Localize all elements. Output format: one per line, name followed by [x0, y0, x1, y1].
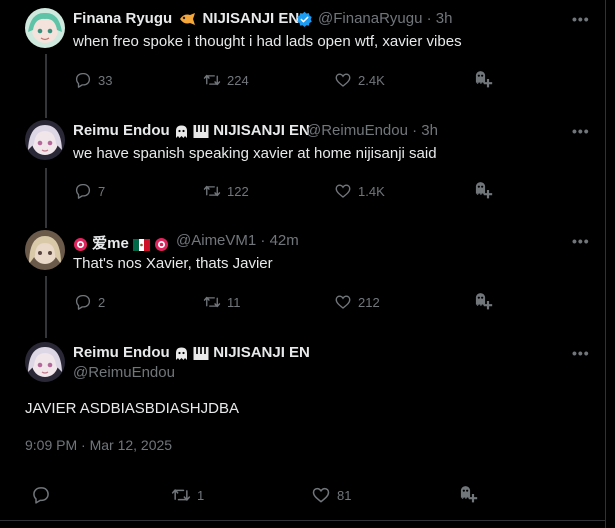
retweet-button[interactable]: 122	[203, 181, 249, 201]
tweet-text: when freo spoke i thought i had lads ope…	[73, 33, 462, 50]
timestamp[interactable]: 3h	[421, 122, 438, 139]
like-count: 2.4K	[358, 72, 385, 88]
reply-count: 7	[98, 183, 106, 199]
ghost-emoji-icon	[174, 124, 189, 139]
avatar-reimu[interactable]	[25, 120, 65, 160]
reply-icon	[75, 294, 91, 310]
post-timestamp[interactable]: 9:09 PM · Mar 12, 2025	[25, 437, 172, 453]
display-name[interactable]: 爱me	[73, 232, 169, 253]
frame-border-bottom	[0, 520, 606, 521]
badge-emoji-icon	[73, 237, 88, 252]
reply-count: 33	[98, 72, 113, 88]
reply-button[interactable]	[31, 485, 57, 505]
like-button[interactable]: 2.4K	[334, 70, 385, 90]
retweet-button[interactable]: 224	[203, 70, 249, 90]
reply-button[interactable]: 7	[74, 181, 105, 201]
handle-and-time: @AimeVM1 · 42m	[176, 232, 299, 249]
retweet-count: 11	[227, 294, 241, 310]
heart-icon	[335, 184, 351, 198]
avatar-reimu[interactable]	[25, 342, 65, 382]
like-count: 212	[358, 294, 380, 310]
like-button[interactable]: 212	[334, 292, 380, 312]
grok-button[interactable]	[473, 291, 499, 311]
timestamp[interactable]: 3h	[436, 10, 453, 27]
handle[interactable]: @ReimuEndou	[73, 364, 175, 381]
frame-border-right	[605, 0, 606, 528]
more-options-icon[interactable]: •••	[572, 123, 590, 139]
retweet-icon	[203, 74, 221, 86]
verified-badge-icon	[297, 11, 312, 28]
heart-icon	[335, 295, 351, 309]
grok-button[interactable]	[473, 69, 499, 89]
retweet-count: 122	[227, 183, 249, 199]
piano-emoji-icon	[193, 124, 209, 139]
retweet-count: 1	[197, 487, 205, 503]
handle-and-time: @FinanaRyugu · 3h	[318, 10, 453, 27]
reply-icon	[75, 72, 91, 88]
retweet-icon	[203, 185, 221, 197]
reply-icon	[33, 487, 49, 504]
like-count: 1.4K	[358, 183, 385, 199]
fish-emoji-icon	[178, 12, 196, 26]
like-count: 81	[337, 487, 352, 503]
display-name[interactable]: Reimu Endou NIJISANJI EN	[73, 122, 310, 139]
retweet-icon	[171, 489, 191, 501]
retweet-count: 224	[227, 72, 249, 88]
display-name[interactable]: Reimu Endou NIJISANJI EN	[73, 344, 310, 361]
heart-icon	[312, 487, 330, 503]
reply-button[interactable]: 33	[74, 70, 112, 90]
timestamp[interactable]: 42m	[270, 232, 299, 249]
grok-icon	[475, 71, 493, 88]
reply-icon	[75, 183, 91, 199]
thread-line	[45, 54, 47, 118]
grok-icon	[460, 486, 478, 503]
handle[interactable]: @ReimuEndou	[306, 122, 408, 139]
thread-line	[45, 168, 47, 228]
tweet-text: That's nos Xavier, thats Javier	[73, 255, 273, 272]
tweet-text: we have spanish speaking xavier at home …	[73, 145, 437, 162]
avatar-aime[interactable]	[25, 230, 65, 270]
grok-button[interactable]	[473, 180, 499, 200]
more-options-icon[interactable]: •••	[572, 233, 590, 249]
handle-and-time: @ReimuEndou · 3h	[306, 122, 438, 139]
thread-line	[45, 276, 47, 338]
ghost-emoji-icon	[174, 346, 189, 361]
like-button[interactable]: 81	[311, 485, 351, 505]
grok-button[interactable]	[458, 484, 484, 504]
display-name[interactable]: Finana Ryugu NIJISANJI EN	[73, 10, 299, 27]
mexico-flag-icon	[133, 238, 151, 252]
retweet-button[interactable]: 1	[171, 485, 204, 505]
handle[interactable]: @FinanaRyugu	[318, 10, 422, 27]
piano-emoji-icon	[193, 346, 209, 361]
grok-icon	[475, 182, 493, 199]
retweet-button[interactable]: 11	[203, 292, 241, 312]
grok-icon	[475, 293, 493, 310]
more-options-icon[interactable]: •••	[572, 345, 590, 361]
heart-icon	[335, 73, 351, 87]
more-options-icon[interactable]: •••	[572, 11, 590, 27]
avatar-finana[interactable]	[25, 8, 65, 48]
handle[interactable]: @AimeVM1	[176, 232, 256, 249]
tweet-text: JAVIER ASDBIASBDIASHJDBA	[25, 400, 239, 417]
badge-emoji-icon	[154, 237, 169, 252]
retweet-icon	[203, 296, 221, 308]
reply-button[interactable]: 2	[74, 292, 105, 312]
reply-count: 2	[98, 294, 106, 310]
like-button[interactable]: 1.4K	[334, 181, 385, 201]
